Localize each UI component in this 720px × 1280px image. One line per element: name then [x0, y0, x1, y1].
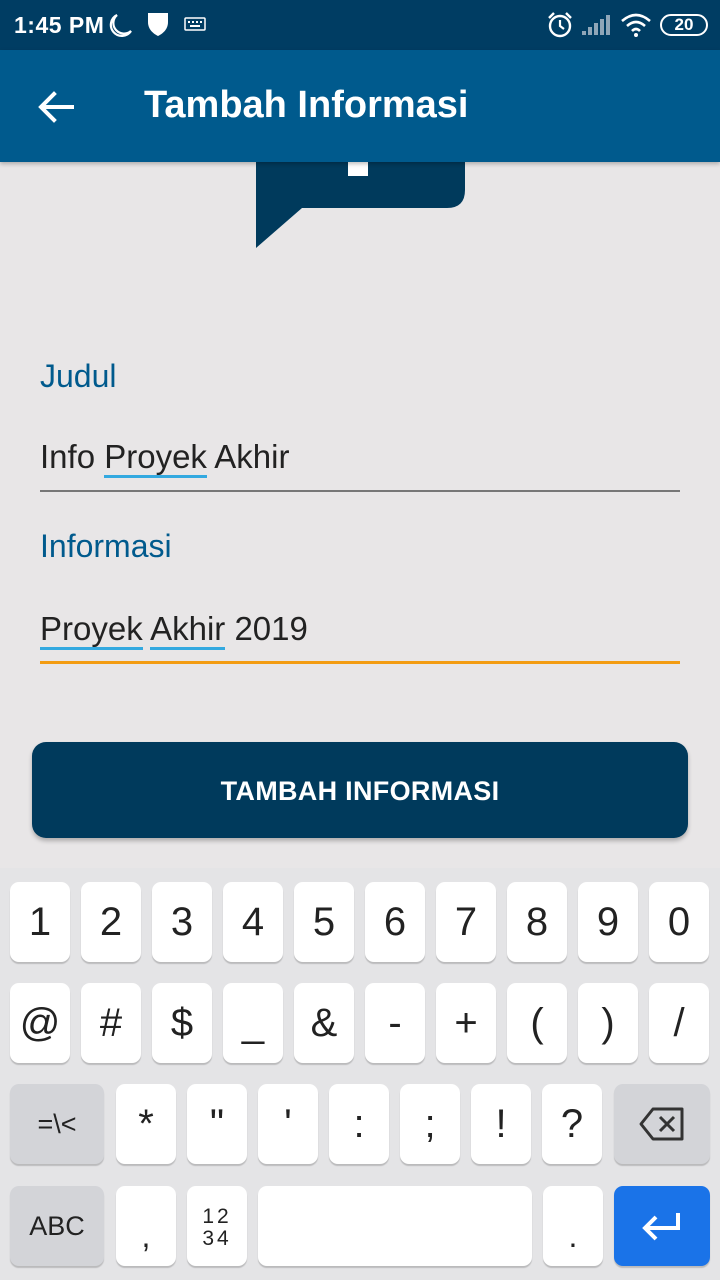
key-symbols-switch[interactable]: =\<: [10, 1084, 104, 1164]
key-semicolon[interactable]: ;: [400, 1084, 460, 1164]
informasi-label: Informasi: [40, 528, 172, 564]
key-open-paren[interactable]: (: [507, 983, 567, 1063]
key-8[interactable]: 8: [507, 882, 567, 962]
informasi-word-spellcheck: Proyek: [40, 610, 143, 650]
page-title: Tambah Informasi: [144, 84, 469, 126]
key-at[interactable]: @: [10, 983, 70, 1063]
judul-value: Info Proyek Akhir: [40, 438, 290, 478]
judul-underline: [40, 490, 680, 492]
key-single-quote[interactable]: ': [258, 1084, 318, 1164]
judul-word: Akhir: [214, 438, 290, 475]
key-5[interactable]: 5: [294, 882, 354, 962]
judul-word: Info: [40, 438, 96, 475]
tambah-informasi-button[interactable]: TAMBAH INFORMASI: [32, 742, 688, 838]
key-double-quote[interactable]: ": [187, 1084, 247, 1164]
informasi-value: Proyek Akhir 2019: [40, 610, 308, 650]
judul-word-spellcheck: Proyek: [104, 438, 207, 478]
status-time: 1:45 PM: [14, 12, 105, 38]
key-7[interactable]: 7: [436, 882, 496, 962]
numpad-label-bottom: 34: [202, 1227, 232, 1250]
informasi-field[interactable]: Proyek Akhir 2019: [40, 604, 680, 664]
key-period[interactable]: .: [543, 1186, 603, 1266]
signal-icon: [582, 15, 610, 35]
shield-icon: [148, 13, 168, 36]
key-dollar[interactable]: $: [152, 983, 212, 1063]
battery-level: 20: [674, 15, 694, 34]
key-abc[interactable]: ABC: [10, 1186, 104, 1266]
numpad-label: 12 34: [187, 1206, 247, 1250]
key-2[interactable]: 2: [81, 882, 141, 962]
key-4[interactable]: 4: [223, 882, 283, 962]
key-hash[interactable]: #: [81, 983, 141, 1063]
key-3[interactable]: 3: [152, 882, 212, 962]
keyboard-icon: [184, 17, 206, 31]
judul-label: Judul: [40, 358, 117, 394]
judul-field[interactable]: Info Proyek Akhir: [40, 432, 680, 492]
enter-icon: [642, 1213, 680, 1241]
key-space[interactable]: [258, 1186, 532, 1266]
informasi-word-spellcheck: Akhir: [150, 610, 226, 650]
key-0[interactable]: 0: [649, 882, 709, 962]
key-close-paren[interactable]: ): [578, 983, 638, 1063]
key-asterisk[interactable]: *: [116, 1084, 176, 1164]
numpad-label-top: 12: [202, 1205, 232, 1228]
key-numpad-switch[interactable]: 12 34: [187, 1186, 247, 1266]
moon-icon: [109, 14, 132, 37]
key-underscore[interactable]: _: [223, 983, 283, 1063]
wifi-icon: [621, 13, 651, 37]
key-exclamation[interactable]: !: [471, 1084, 531, 1164]
submit-label: TAMBAH INFORMASI: [220, 776, 500, 806]
key-backspace[interactable]: [614, 1084, 710, 1164]
informasi-word: 2019: [234, 610, 308, 647]
key-6[interactable]: 6: [365, 882, 425, 962]
soft-keyboard: 1 2 3 4 5 6 7 8 9 0 @ # $ _ & - + ( ) / …: [0, 868, 720, 1280]
key-question[interactable]: ?: [542, 1084, 602, 1164]
key-9[interactable]: 9: [578, 882, 638, 962]
battery-icon: 20: [660, 14, 708, 36]
key-1[interactable]: 1: [10, 882, 70, 962]
key-plus[interactable]: +: [436, 983, 496, 1063]
status-bar: 1:45 PM 20: [0, 0, 720, 50]
informasi-underline-focused: [40, 661, 680, 664]
back-arrow-icon[interactable]: [36, 86, 78, 128]
alarm-icon: [548, 12, 572, 38]
key-enter[interactable]: [614, 1186, 710, 1266]
key-comma[interactable]: ,: [116, 1186, 176, 1266]
app-bar: Tambah Informasi: [0, 50, 720, 162]
key-slash[interactable]: /: [649, 983, 709, 1063]
key-minus[interactable]: -: [365, 983, 425, 1063]
backspace-icon: [639, 1107, 684, 1141]
key-ampersand[interactable]: &: [294, 983, 354, 1063]
screen: 1:45 PM 20 Tambah Informasi Judul Info P…: [0, 0, 720, 1280]
key-colon[interactable]: :: [329, 1084, 389, 1164]
